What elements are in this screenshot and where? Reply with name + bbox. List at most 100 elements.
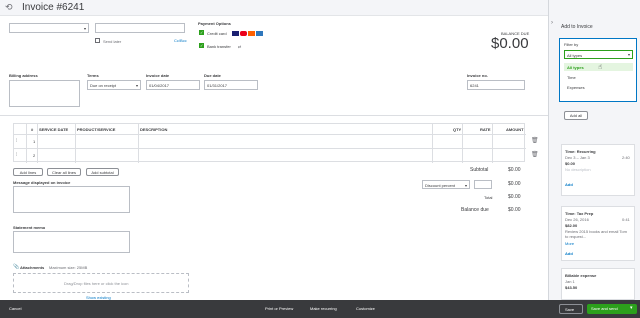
time-card-recurring: Time: Recurring Dec 3 – Jan 3 2:40 $0.00… xyxy=(561,144,635,196)
discount-amount-field[interactable] xyxy=(474,180,492,189)
more-link[interactable]: More xyxy=(565,241,574,246)
filter-option-expenses[interactable]: Expenses xyxy=(567,85,585,90)
trash-icon[interactable]: 🗑 xyxy=(531,137,539,144)
bank-transfer-checkbox[interactable] xyxy=(199,43,204,48)
credit-card-checkbox[interactable] xyxy=(199,30,204,35)
bank-transfer-label: Bank transfer xyxy=(207,44,231,49)
col-service-date: SERVICE DATE xyxy=(39,127,69,132)
time-card-tax-prep: Time: Tax Prep Dec 26, 2016 0:41 $82.00 … xyxy=(561,206,635,261)
filter-value: All types xyxy=(567,53,583,58)
billing-address-field[interactable] xyxy=(9,80,80,107)
history-icon[interactable]: ⟲ xyxy=(5,3,13,12)
customize-button[interactable]: Customize xyxy=(356,306,375,311)
title-bar: ⟲ Invoice #6241 ⚙ xyxy=(0,0,605,16)
invoice-date-value: 01/04/2017 xyxy=(149,83,170,88)
footer-bar: Cancel Print or Preview Make recurring C… xyxy=(0,300,640,318)
page-title: Invoice #6241 xyxy=(22,2,85,13)
col-amount: AMOUNT xyxy=(506,127,524,132)
col-divider xyxy=(462,124,463,163)
col-divider xyxy=(37,124,38,163)
invoice-no-field[interactable]: 6241 xyxy=(467,80,525,90)
invoice-no-label: Invoice no. xyxy=(467,73,488,78)
terms-select[interactable]: Due on receipt ▾ xyxy=(87,80,141,90)
trash-icon[interactable]: 🗑 xyxy=(531,151,539,158)
make-recurring-button[interactable]: Make recurring xyxy=(310,306,337,311)
statement-memo-label: Statement memo xyxy=(13,225,46,230)
chevron-down-icon[interactable]: ▾ xyxy=(630,305,633,311)
add-time-recurring-link[interactable]: Add xyxy=(565,182,573,187)
col-qty: QTY xyxy=(453,127,462,132)
bank-transfer-icon: ⇄ xyxy=(238,44,242,49)
col-divider xyxy=(26,124,27,163)
email-field[interactable] xyxy=(95,23,185,33)
customer-select[interactable]: ▾ xyxy=(9,23,89,33)
col-product-service: PRODUCT/SERVICE xyxy=(77,127,116,132)
discount-type-select[interactable]: Discount percent ▾ xyxy=(422,180,470,189)
table-header: # SERVICE DATE PRODUCT/SERVICE DESCRIPTI… xyxy=(14,124,526,135)
subtotal-label: Subtotal xyxy=(470,167,489,173)
dropzone-text: Drag/Drop files here or click the icon xyxy=(64,281,129,286)
billable-expense-card: Billable expense Jan 1 $43.50 xyxy=(561,268,635,300)
col-divider xyxy=(138,124,139,163)
cc-bcc-link[interactable]: Cc/Bcc xyxy=(174,38,187,43)
col-divider xyxy=(75,124,76,163)
chevron-down-icon: ▾ xyxy=(627,52,630,57)
filter-label: Filter by xyxy=(564,42,579,47)
chevron-down-icon: ▾ xyxy=(83,26,86,31)
print-preview-button[interactable]: Print or Preview xyxy=(265,306,293,311)
attachment-dropzone[interactable]: Drag/Drop files here or click the icon xyxy=(13,273,189,293)
line-items-table: # SERVICE DATE PRODUCT/SERVICE DESCRIPTI… xyxy=(13,123,539,163)
save-and-send-button[interactable]: Save and send ▾ xyxy=(587,304,637,314)
subtotal-value: $0.00 xyxy=(508,167,521,173)
add-subtotal-button[interactable]: Add subtotal xyxy=(86,168,119,176)
invoice-no-value: 6241 xyxy=(470,83,479,88)
cancel-button[interactable]: Cancel xyxy=(9,306,21,311)
col-divider xyxy=(432,124,433,163)
paperclip-icon: 📎 xyxy=(13,264,20,270)
drag-handle-icon[interactable]: ⁞ xyxy=(16,138,17,144)
due-date-label: Due date xyxy=(204,73,221,78)
chevron-down-icon: ▾ xyxy=(135,83,138,88)
add-lines-button[interactable]: Add lines xyxy=(13,168,43,176)
invoice-date-label: Invoice date xyxy=(146,73,170,78)
add-all-button[interactable]: Add all xyxy=(564,111,588,120)
attachments-max-size: Maximum size: 25MB xyxy=(49,265,88,270)
row-number: 1 xyxy=(33,139,36,144)
statement-memo-field[interactable] xyxy=(13,231,130,253)
balance-due-total-label: Balance due xyxy=(461,207,489,213)
invoice-date-field[interactable]: 01/04/2017 xyxy=(146,80,200,90)
save-button[interactable]: Save xyxy=(559,304,583,314)
add-tax-prep-link[interactable]: Add xyxy=(565,251,573,256)
balance-due-total-value: $0.00 xyxy=(508,207,521,213)
payment-options-label: Payment Options xyxy=(198,21,231,26)
message-field[interactable] xyxy=(13,186,130,213)
filter-select[interactable]: All types ▾ xyxy=(564,50,633,59)
terms-value: Due on receipt xyxy=(90,83,117,88)
filter-option-time[interactable]: Time xyxy=(567,75,576,80)
col-number: # xyxy=(31,127,34,132)
due-date-value: 01/31/2017 xyxy=(207,83,228,88)
message-label: Message displayed on invoice xyxy=(13,180,71,185)
panel-title: Add to Invoice xyxy=(561,24,593,30)
due-date-field[interactable]: 01/31/2017 xyxy=(204,80,258,90)
row-number: 2 xyxy=(33,153,36,158)
attachments-label: Attachments xyxy=(20,265,45,270)
drag-handle-icon[interactable]: ⁞ xyxy=(16,152,17,158)
total-value: $0.00 xyxy=(508,194,521,200)
col-rate: RATE xyxy=(480,127,491,132)
table-row[interactable]: ⁞ 1 🗑 xyxy=(14,135,539,149)
send-later-checkbox[interactable] xyxy=(95,38,100,43)
credit-card-label: Credit card xyxy=(207,31,227,36)
clear-all-lines-button[interactable]: Clear all lines xyxy=(47,168,81,176)
col-description: DESCRIPTION xyxy=(140,127,168,132)
section-divider xyxy=(0,115,548,116)
billing-address-label: Billing address xyxy=(9,73,38,78)
collapse-panel-icon[interactable]: › xyxy=(551,20,553,26)
filter-dropdown: Filter by All types ▾ All types Time Exp… xyxy=(559,38,637,102)
chevron-down-icon: ▾ xyxy=(464,183,467,188)
discount-type-value: Discount percent xyxy=(425,183,456,188)
table-row[interactable]: ⁞ 2 🗑 xyxy=(14,149,539,163)
total-label: Total xyxy=(484,195,493,200)
card-brands-icon xyxy=(232,31,272,36)
balance-due-amount: $0.00 xyxy=(491,35,529,52)
